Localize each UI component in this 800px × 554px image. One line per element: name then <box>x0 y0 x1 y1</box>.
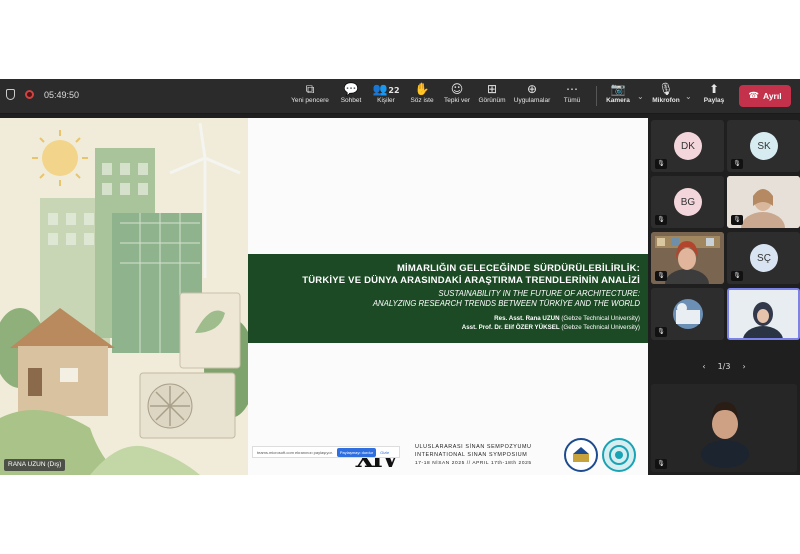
people-icon: 👥 <box>372 82 388 96</box>
slide-illustration <box>0 118 256 475</box>
teams-meeting-window: 05:49:50 ⧉ Yeni pencere 💬 Sohbet 👥22 Kiş… <box>0 79 800 475</box>
screen-share-notification: teams.microsoft.com ekranınızı paylaşıyo… <box>252 446 400 458</box>
camera-button[interactable]: 📷 Kamera <box>594 81 642 112</box>
toolbar-left: 05:49:50 <box>6 89 79 100</box>
share-button[interactable]: ⬆ Paylaş <box>690 81 738 112</box>
participant-tile[interactable]: DK 🎙 <box>651 120 724 172</box>
mic-off-icon: 🎙 <box>655 159 667 169</box>
phone-hangup-icon: ☎ <box>748 91 759 101</box>
more-button[interactable]: ⋯ Tümü <box>548 81 596 112</box>
participants-gallery: DK 🎙 SK 🎙 BG 🎙 🎙 🎙 SÇ 🎙 🎙 ‹ 1/3 › 🎙 <box>648 118 800 475</box>
share-icon: ⬆ <box>708 82 720 96</box>
apps-icon: ⊕ <box>526 82 538 96</box>
hide-notice-link[interactable]: Gizle <box>380 450 389 455</box>
screenshot-frame: 05:49:50 ⧉ Yeni pencere 💬 Sohbet 👥22 Kiş… <box>0 0 800 554</box>
view-icon: ⊞ <box>486 82 498 96</box>
avatar: BG <box>674 188 702 216</box>
raise-hand-icon: ✋ <box>414 82 430 96</box>
react-icon: ☺ <box>450 82 464 96</box>
shared-screen: MİMARLIĞIN GELECEĞİNDE SÜRDÜRÜLEBİLİRLİK… <box>0 118 648 475</box>
more-icon: ⋯ <box>566 82 578 96</box>
slide-author-2: Asst. Prof. Dr. Elif ÖZER YÜKSEL (Gebze … <box>461 324 640 331</box>
mic-off-icon: 🎙 <box>655 327 667 337</box>
slide-title-band: MİMARLIĞIN GELECEĞİNDE SÜRDÜRÜLEBİLİRLİK… <box>248 254 648 343</box>
slide-title-en-line2: ANALYZING RESEARCH TRENDS BETWEEN TÜRKİY… <box>372 299 640 308</box>
university-seal-logo <box>564 438 598 472</box>
slide-author-1: Res. Asst. Rana UZUN (Gebze Technical Un… <box>494 315 640 322</box>
mic-off-icon: 🎙 <box>731 215 743 225</box>
shield-icon <box>6 89 15 100</box>
stop-sharing-button[interactable]: Paylaşmayı durdur <box>336 447 377 457</box>
mic-off-icon: 🎙 <box>655 271 667 281</box>
participant-tile[interactable]: BG 🎙 <box>651 176 724 228</box>
new-window-icon: ⧉ <box>305 82 315 96</box>
page-indicator: 1/3 <box>717 362 731 371</box>
symposium-seal-logo <box>602 438 636 472</box>
gallery-pager: ‹ 1/3 › <box>648 362 800 371</box>
mic-off-icon: 🎙 <box>655 459 667 469</box>
mic-off-icon: 🎙 <box>731 159 743 169</box>
symposium-name-tr: ULUSLARARASI SİNAN SEMPOZYUMU <box>415 444 532 450</box>
presenter-name-label: RANA UZUN (Dış) <box>4 459 66 471</box>
chat-icon: 💬 <box>343 82 359 96</box>
participant-video <box>729 290 798 338</box>
participant-video-tile[interactable]: 🎙 <box>651 232 724 284</box>
previous-page-chevron-icon[interactable]: ‹ <box>702 362 705 371</box>
camera-off-icon: 📷 <box>610 82 626 96</box>
next-page-chevron-icon[interactable]: › <box>742 362 745 371</box>
avatar: DK <box>674 132 702 160</box>
participant-tile[interactable]: 🎙 <box>651 288 724 340</box>
meeting-toolbar: 05:49:50 ⧉ Yeni pencere 💬 Sohbet 👥22 Kiş… <box>0 79 800 114</box>
participant-video-tile[interactable] <box>727 288 800 340</box>
slide-title-tr-line2: TÜRKİYE VE DÜNYA ARASINDAKİ ARAŞTIRMA TR… <box>302 275 640 286</box>
participant-tile[interactable]: SK 🎙 <box>727 120 800 172</box>
mic-off-icon: 🎙 <box>731 271 743 281</box>
symposium-name-en: INTERNATIONAL SINAN SYMPOSIUM <box>415 452 528 458</box>
slide-title-tr-line1: MİMARLIĞIN GELECEĞİNDE SÜRDÜRÜLEBİLİRLİK… <box>396 263 640 274</box>
share-notice-text: teams.microsoft.com ekranınızı paylaşıyo… <box>257 449 333 455</box>
sustainable-city-illustration <box>0 118 256 475</box>
slide-title-en-line1: SUSTAINABILITY IN THE FUTURE OF ARCHITEC… <box>438 289 640 298</box>
participant-video <box>651 384 797 472</box>
avatar: SK <box>750 132 778 160</box>
participant-video-tile[interactable]: 🎙 <box>727 176 800 228</box>
recording-icon <box>25 90 34 99</box>
leave-button[interactable]: ☎ Ayrıl <box>739 85 791 107</box>
avatar: SÇ <box>750 244 778 272</box>
meeting-timer: 05:49:50 <box>44 89 80 100</box>
symposium-dates: 17-18 NİSAN 2025 // APRIL 17th-18th 2025 <box>415 461 532 466</box>
microphone-button[interactable]: 🎙 Mikrofon <box>642 81 690 112</box>
mic-off-icon: 🎙 <box>655 215 667 225</box>
participant-tile[interactable]: SÇ 🎙 <box>727 232 800 284</box>
mic-off-icon: 🎙 <box>658 82 674 96</box>
participant-video-tile[interactable]: 🎙 <box>651 384 797 472</box>
